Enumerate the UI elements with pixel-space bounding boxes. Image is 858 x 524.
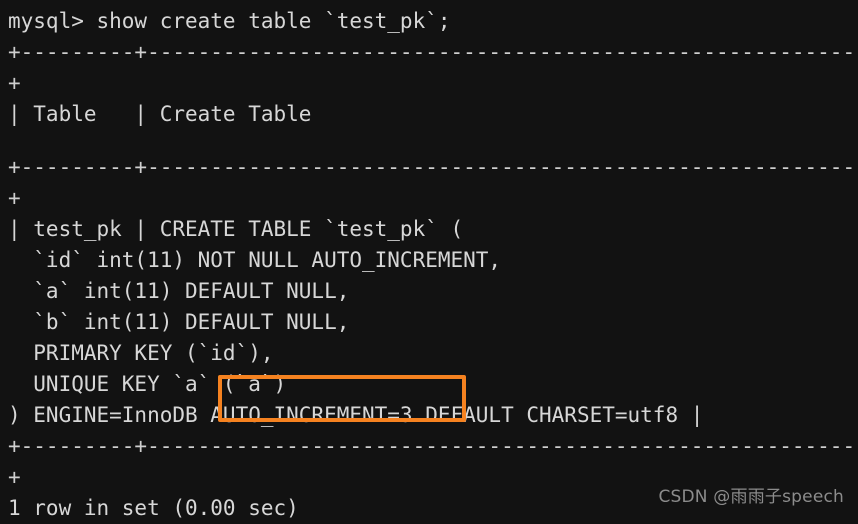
table-separator-middle: +---------+-----------------------------…	[0, 152, 858, 214]
terminal-window: mysql> show create table `test_pk`; +---…	[0, 0, 858, 520]
result-row-line: UNIQUE KEY `a` (`a`)	[8, 372, 287, 396]
result-row-line: | test_pk | CREATE TABLE `test_pk` (	[8, 217, 464, 241]
blank-line-spacer	[0, 130, 858, 152]
result-row-line: `id` int(11) NOT NULL AUTO_INCREMENT,	[8, 248, 502, 272]
table-separator-top-text: +---------+-----------------------------…	[8, 40, 858, 95]
table-separator-top: +---------+-----------------------------…	[0, 37, 858, 99]
table-header-row: | Table | Create Table	[8, 102, 312, 126]
csdn-watermark: CSDN @雨雨子speech	[658, 487, 844, 507]
result-row-line: `b` int(11) DEFAULT NULL,	[8, 310, 350, 334]
table-separator-middle-text: +---------+-----------------------------…	[8, 155, 858, 210]
command-prompt-line: mysql> show create table `test_pk`;	[8, 9, 451, 33]
result-row-line: ) ENGINE=InnoDB AUTO_INCREMENT=3 DEFAULT…	[8, 403, 704, 427]
result-row-line: PRIMARY KEY (`id`),	[8, 341, 274, 365]
result-row-line: `a` int(11) DEFAULT NULL,	[8, 279, 350, 303]
